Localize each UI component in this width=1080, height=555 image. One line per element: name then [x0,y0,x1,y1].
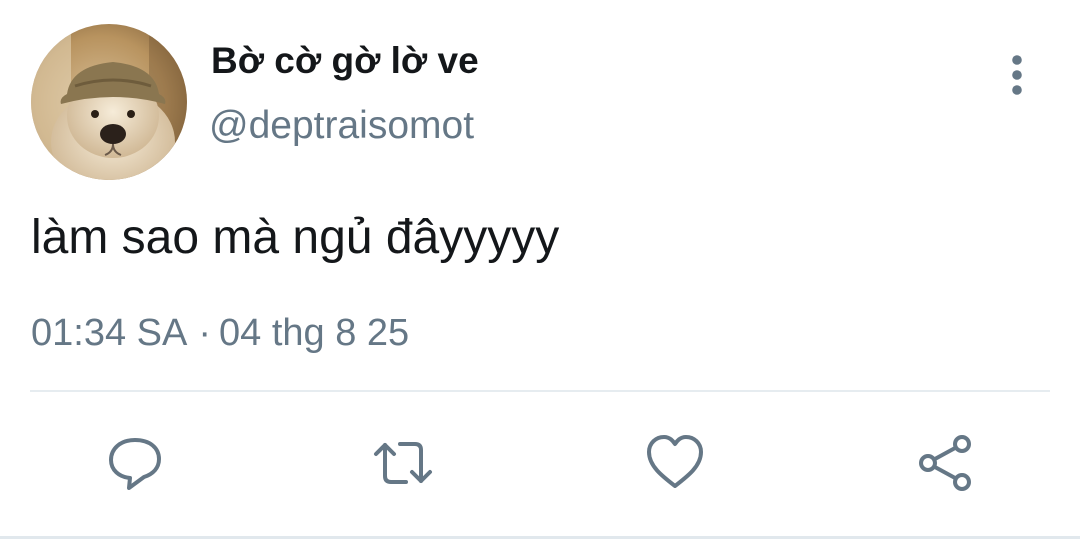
retweet-icon [374,442,432,484]
dog-avatar-image [31,24,187,180]
more-options-button[interactable] [1000,52,1034,98]
meta-separator: · [198,312,211,354]
user-handle[interactable]: @deptraisomot [209,104,474,148]
bottom-border [0,536,1080,539]
share-button[interactable] [914,432,976,494]
tweet-timestamp[interactable]: 01:34 SA · 04 thg 8 25 [31,312,409,355]
retweet-button[interactable] [372,432,434,494]
tweet-time: 01:34 SA [31,312,188,354]
avatar[interactable] [31,24,187,180]
divider [30,390,1050,392]
tweet-card: Bờ cờ gờ lờ ve @deptraisomot làm sao mà … [0,0,1080,555]
heart-icon [647,435,703,488]
tweet-date: 04 thg 8 25 [219,312,410,354]
display-name[interactable]: Bờ cờ gờ lờ ve [211,40,479,82]
share-icon [919,435,971,491]
more-vertical-icon [1012,55,1022,95]
tweet-text: làm sao mà ngủ đâyyyyy [31,211,560,264]
reply-icon [109,438,161,490]
like-button[interactable] [644,432,706,494]
reply-button[interactable] [104,432,166,494]
